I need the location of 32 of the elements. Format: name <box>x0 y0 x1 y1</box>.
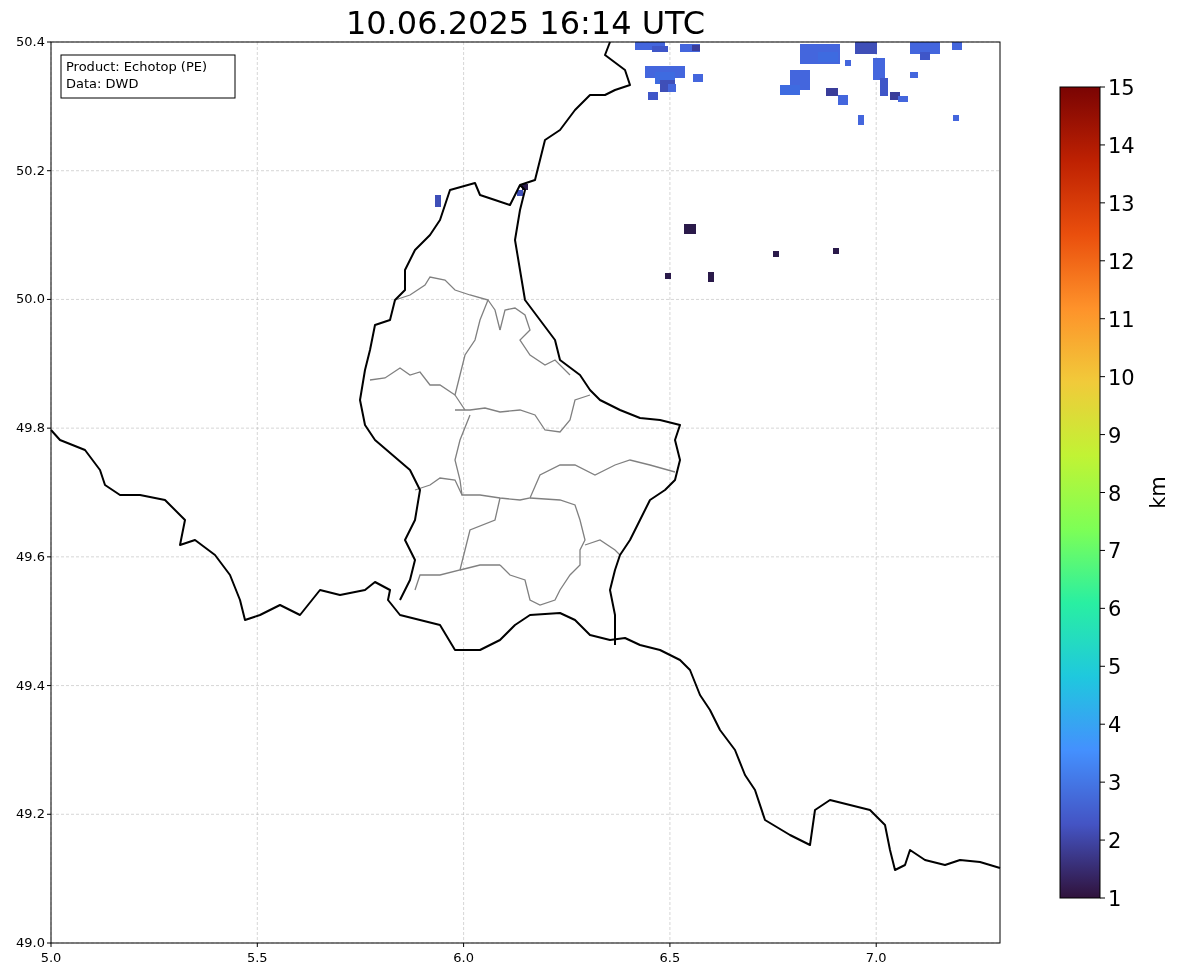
colorbar-tick-label: 9 <box>1108 423 1122 448</box>
colorbar-tick-label: 3 <box>1108 771 1122 796</box>
colorbar-tick-label: 2 <box>1108 829 1122 854</box>
axis-tick-label: 7.0 <box>865 950 887 965</box>
axis-tick-label: 50.0 <box>16 291 45 307</box>
colorbar-label: km <box>1146 476 1170 509</box>
colorbar-tick-label: 6 <box>1108 597 1122 622</box>
colorbar-tick-label: 8 <box>1108 481 1122 506</box>
axis-tick-label: 5.5 <box>246 950 268 965</box>
axis-tick-label: 49.6 <box>16 548 45 564</box>
chart-title: 10.06.2025 16:14 UTC <box>345 4 706 42</box>
axis-tick-label: 6.0 <box>453 950 474 965</box>
info-text: Product: Echotop (PE) <box>66 59 208 74</box>
colorbar-tick-label: 4 <box>1108 713 1122 738</box>
axis-tick-label: 5.0 <box>40 950 62 965</box>
axis-tick-label: 49.2 <box>16 806 45 822</box>
axis-tick-label: 50.2 <box>16 162 45 178</box>
axis-tick-label: 49.0 <box>16 935 45 950</box>
colorbar-tick-label: 1 <box>1108 887 1122 911</box>
colorbar-tick-label: 13 <box>1108 191 1135 216</box>
colorbar-tick-label: 5 <box>1108 655 1122 680</box>
info-text: Data: DWD <box>66 76 139 91</box>
axis-tick-label: 6.5 <box>659 950 681 965</box>
colorbar-tick-label: 14 <box>1108 133 1135 158</box>
axis-tick-label: 49.4 <box>16 677 45 693</box>
axis-tick-label: 49.8 <box>16 420 45 436</box>
colorbar-tick-label: 7 <box>1108 539 1122 564</box>
axis-tick-label: 50.4 <box>16 34 45 49</box>
colorbar-tick-label: 12 <box>1108 249 1135 274</box>
colorbar-tick-label: 15 <box>1108 76 1135 100</box>
colorbar-tick-label: 11 <box>1108 307 1135 332</box>
colorbar-tick-label: 10 <box>1108 365 1135 390</box>
